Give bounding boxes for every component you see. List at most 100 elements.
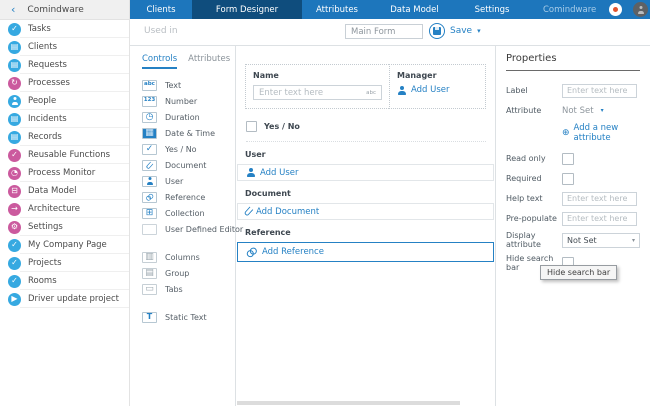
help-text-input[interactable]: Enter text here xyxy=(562,191,637,206)
yes-no-label: Yes / No xyxy=(264,122,300,131)
tab-clients[interactable]: Clients xyxy=(130,0,192,19)
properties-title: Properties xyxy=(506,53,640,71)
save-button[interactable]: Save ▾ xyxy=(429,23,481,39)
control-item-duration[interactable]: ◷ Duration xyxy=(130,109,235,125)
document-icon: ▤ xyxy=(8,112,21,126)
sidebar-item-data-model[interactable]: ⊟ Data Model xyxy=(0,182,129,200)
tab-attributes[interactable]: Attributes xyxy=(188,54,230,69)
control-item-reference[interactable]: Reference xyxy=(130,189,235,205)
document-icon: ▤ xyxy=(8,58,21,72)
sidebar-header[interactable]: ‹ Comindware xyxy=(0,0,129,20)
top-navigation-bar: Clients Form Designer Attributes Data Model… xyxy=(130,0,650,19)
attribute-property-row: Attribute Not Set ▾ xyxy=(506,105,604,116)
check-icon: ✓ xyxy=(8,256,21,270)
tab-form-designer[interactable]: Form Designer xyxy=(192,0,302,19)
name-text-input[interactable]: Enter text here abc xyxy=(253,85,382,100)
pre-populate-property-row: Pre-populate Enter text here xyxy=(506,211,640,226)
name-field-cell[interactable]: Name Enter text here abc xyxy=(245,64,389,109)
tabs-icon: ▭ xyxy=(142,283,157,295)
user-field-box[interactable]: Add User xyxy=(237,164,494,181)
read-only-checkbox[interactable] xyxy=(562,152,574,165)
tab-data-model[interactable]: Data Model xyxy=(372,0,457,19)
control-item-text[interactable]: abc Text xyxy=(130,77,235,93)
tab-attributes[interactable]: Attributes xyxy=(302,0,372,19)
sidebar-item-tasks[interactable]: ✓ Tasks xyxy=(0,20,129,38)
app-sidebar: ‹ Comindware ✓ Tasks ▤ Clients ▤ Request… xyxy=(0,0,130,406)
person-icon xyxy=(246,168,255,177)
sidebar-item-incidents[interactable]: ▤ Incidents xyxy=(0,110,129,128)
document-field[interactable]: Document Add Document xyxy=(237,189,494,220)
sidebar-item-settings[interactable]: ⚙ Settings xyxy=(0,218,129,236)
user-field-label: User xyxy=(245,150,266,159)
sidebar-item-driver-update-project[interactable]: ▶ Driver update project xyxy=(0,290,129,308)
form-canvas: Name Enter text here abc Manager Add Use… xyxy=(236,46,496,406)
check-icon: ✓ xyxy=(8,238,21,252)
pre-populate-input[interactable]: Enter text here xyxy=(562,211,637,226)
control-item-document[interactable]: Document xyxy=(130,157,235,173)
chevron-left-icon[interactable]: ‹ xyxy=(11,4,15,15)
person-icon xyxy=(637,6,644,14)
tab-settings[interactable]: Settings xyxy=(457,0,527,19)
document-field-box[interactable]: Add Document xyxy=(237,203,494,220)
chevron-down-icon[interactable]: ▾ xyxy=(477,27,481,35)
sidebar-item-projects[interactable]: ✓ Projects xyxy=(0,254,129,272)
sidebar-title: Comindware xyxy=(27,4,84,15)
controls-list: abc Text 123 Number ◷ Duration ▦ Date & … xyxy=(130,77,243,325)
sidebar-item-process-monitor[interactable]: ◔ Process Monitor xyxy=(0,164,129,182)
control-item-user[interactable]: User xyxy=(130,173,235,189)
control-item-yes-no[interactable]: ✓ Yes / No xyxy=(130,141,235,157)
workspace: Controls Attributes abc Text 123 Number … xyxy=(130,45,650,406)
yes-no-field[interactable]: Yes / No xyxy=(246,121,486,142)
form-name-input[interactable]: Main Form xyxy=(345,24,423,39)
required-property-row: Required xyxy=(506,171,640,186)
sidebar-item-clients[interactable]: ▤ Clients xyxy=(0,38,129,56)
sidebar-item-processes[interactable]: ↻ Processes xyxy=(0,74,129,92)
horizontal-scrollbar[interactable] xyxy=(237,401,460,405)
control-item-group[interactable]: ▤ Group xyxy=(130,265,235,281)
sidebar-item-records[interactable]: ▤ Records xyxy=(0,128,129,146)
check-icon: ✓ xyxy=(8,22,21,36)
control-item-static-text[interactable]: T Static Text xyxy=(130,309,235,325)
required-checkbox[interactable] xyxy=(562,172,574,185)
user-avatar[interactable] xyxy=(633,2,649,17)
chevron-down-icon[interactable]: ▾ xyxy=(601,107,604,114)
control-item-columns[interactable]: ▥ Columns xyxy=(130,249,235,265)
reference-field[interactable]: Reference Add Reference xyxy=(237,228,494,262)
hide-search-bar-property-row: Hide search bar Hide search bar xyxy=(506,254,640,280)
reference-field-box-selected[interactable]: Add Reference xyxy=(237,242,494,262)
attribute-dropdown[interactable]: Not Set xyxy=(562,106,594,116)
control-item-date-time[interactable]: ▦ Date & Time xyxy=(130,125,235,141)
help-text-property-row: Help text Enter text here xyxy=(506,191,640,206)
used-in-field[interactable]: Used in xyxy=(144,26,178,36)
abc-icon: abc xyxy=(142,79,157,91)
notification-dot-icon[interactable] xyxy=(609,3,623,16)
yes-no-checkbox[interactable] xyxy=(246,121,257,132)
sidebar-item-my-company-page[interactable]: ✓ My Company Page xyxy=(0,236,129,254)
control-item-collection[interactable]: ⊞ Collection xyxy=(130,205,235,221)
sidebar-item-requests[interactable]: ▤ Requests xyxy=(0,56,129,74)
control-item-number[interactable]: 123 Number xyxy=(130,93,235,109)
document-icon: ▤ xyxy=(8,130,21,144)
add-new-attribute-link[interactable]: ⊕ Add a new attribute xyxy=(562,123,640,143)
paperclip-icon xyxy=(142,159,157,171)
control-item-tabs[interactable]: ▭ Tabs xyxy=(130,281,235,297)
add-reference-link[interactable]: Add Reference xyxy=(246,247,324,257)
label-input[interactable]: Enter text here xyxy=(562,83,637,98)
tab-controls[interactable]: Controls xyxy=(142,54,178,69)
sidebar-item-reusable-functions[interactable]: ✓ Reusable Functions xyxy=(0,146,129,164)
controls-panel: Controls Attributes abc Text 123 Number … xyxy=(130,46,243,406)
add-user-link[interactable]: Add User xyxy=(246,168,299,178)
columns-icon: ▥ xyxy=(142,251,157,263)
brand-label[interactable]: Comindware xyxy=(543,0,596,19)
sidebar-item-architecture[interactable]: → Architecture xyxy=(0,200,129,218)
sidebar-item-people[interactable]: People xyxy=(0,92,129,110)
display-attribute-select[interactable]: Not Set ▾ xyxy=(562,232,640,248)
gear-icon: ⚙ xyxy=(8,220,21,234)
sidebar-item-rooms[interactable]: ✓ Rooms xyxy=(0,272,129,290)
user-field[interactable]: User Add User xyxy=(237,150,494,181)
control-item-user-defined-editor[interactable]: User Defined Editor xyxy=(130,221,243,237)
manager-field-cell[interactable]: Manager Add User xyxy=(389,64,486,109)
add-user-link[interactable]: Add User xyxy=(397,85,478,95)
add-document-link[interactable]: Add Document xyxy=(243,206,319,217)
manager-field-label: Manager xyxy=(397,71,437,80)
